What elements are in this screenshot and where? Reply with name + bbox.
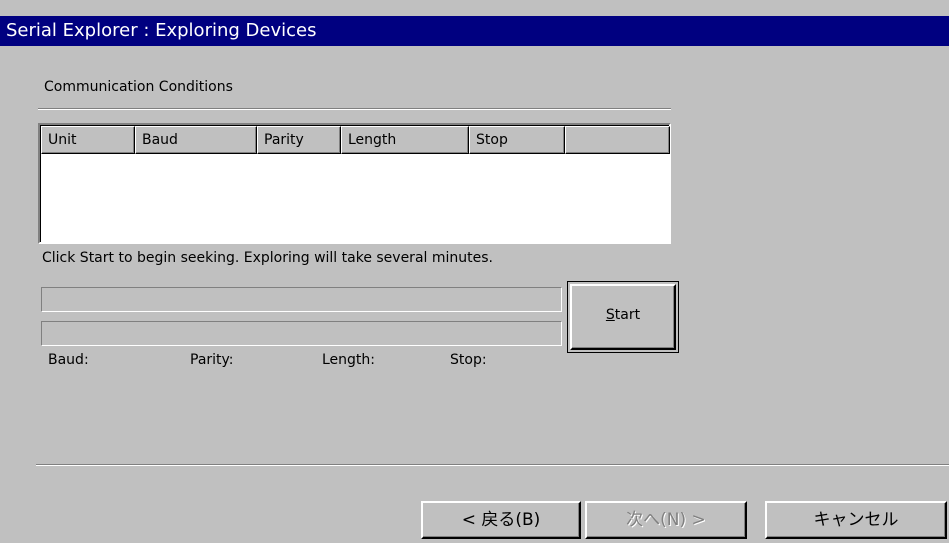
window-title: Serial Explorer : Exploring Devices (6, 20, 317, 41)
top-strip (0, 0, 949, 16)
group-divider (38, 108, 671, 110)
start-mnemonic: S (605, 307, 615, 323)
parity-label: Parity: (190, 352, 234, 368)
column-header-stop[interactable]: Stop (469, 126, 565, 154)
back-button[interactable]: < 戻る(B) (421, 501, 581, 539)
conditions-list[interactable]: Unit Baud Parity Length Stop (38, 123, 671, 244)
next-button[interactable]: 次へ(N) > (585, 501, 747, 539)
instruction-text: Click Start to begin seeking. Exploring … (42, 250, 493, 266)
start-label: tart (614, 307, 641, 323)
baud-label: Baud: (48, 352, 89, 368)
list-header: Unit Baud Parity Length Stop (41, 126, 670, 154)
footer-divider (36, 464, 949, 466)
column-header-parity[interactable]: Parity (257, 126, 341, 154)
progress-bar-1 (41, 287, 562, 312)
title-bar[interactable]: Serial Explorer : Exploring Devices (0, 16, 949, 46)
column-header-blank[interactable] (565, 126, 670, 154)
start-button[interactable]: Start (570, 284, 676, 350)
cancel-button[interactable]: キャンセル (765, 501, 947, 539)
progress-bar-2 (41, 321, 562, 346)
column-header-unit[interactable]: Unit (41, 126, 135, 154)
stop-label: Stop: (450, 352, 487, 368)
column-header-baud[interactable]: Baud (135, 126, 257, 154)
group-label: Communication Conditions (44, 79, 233, 95)
column-header-length[interactable]: Length (341, 126, 469, 154)
length-label: Length: (322, 352, 376, 368)
